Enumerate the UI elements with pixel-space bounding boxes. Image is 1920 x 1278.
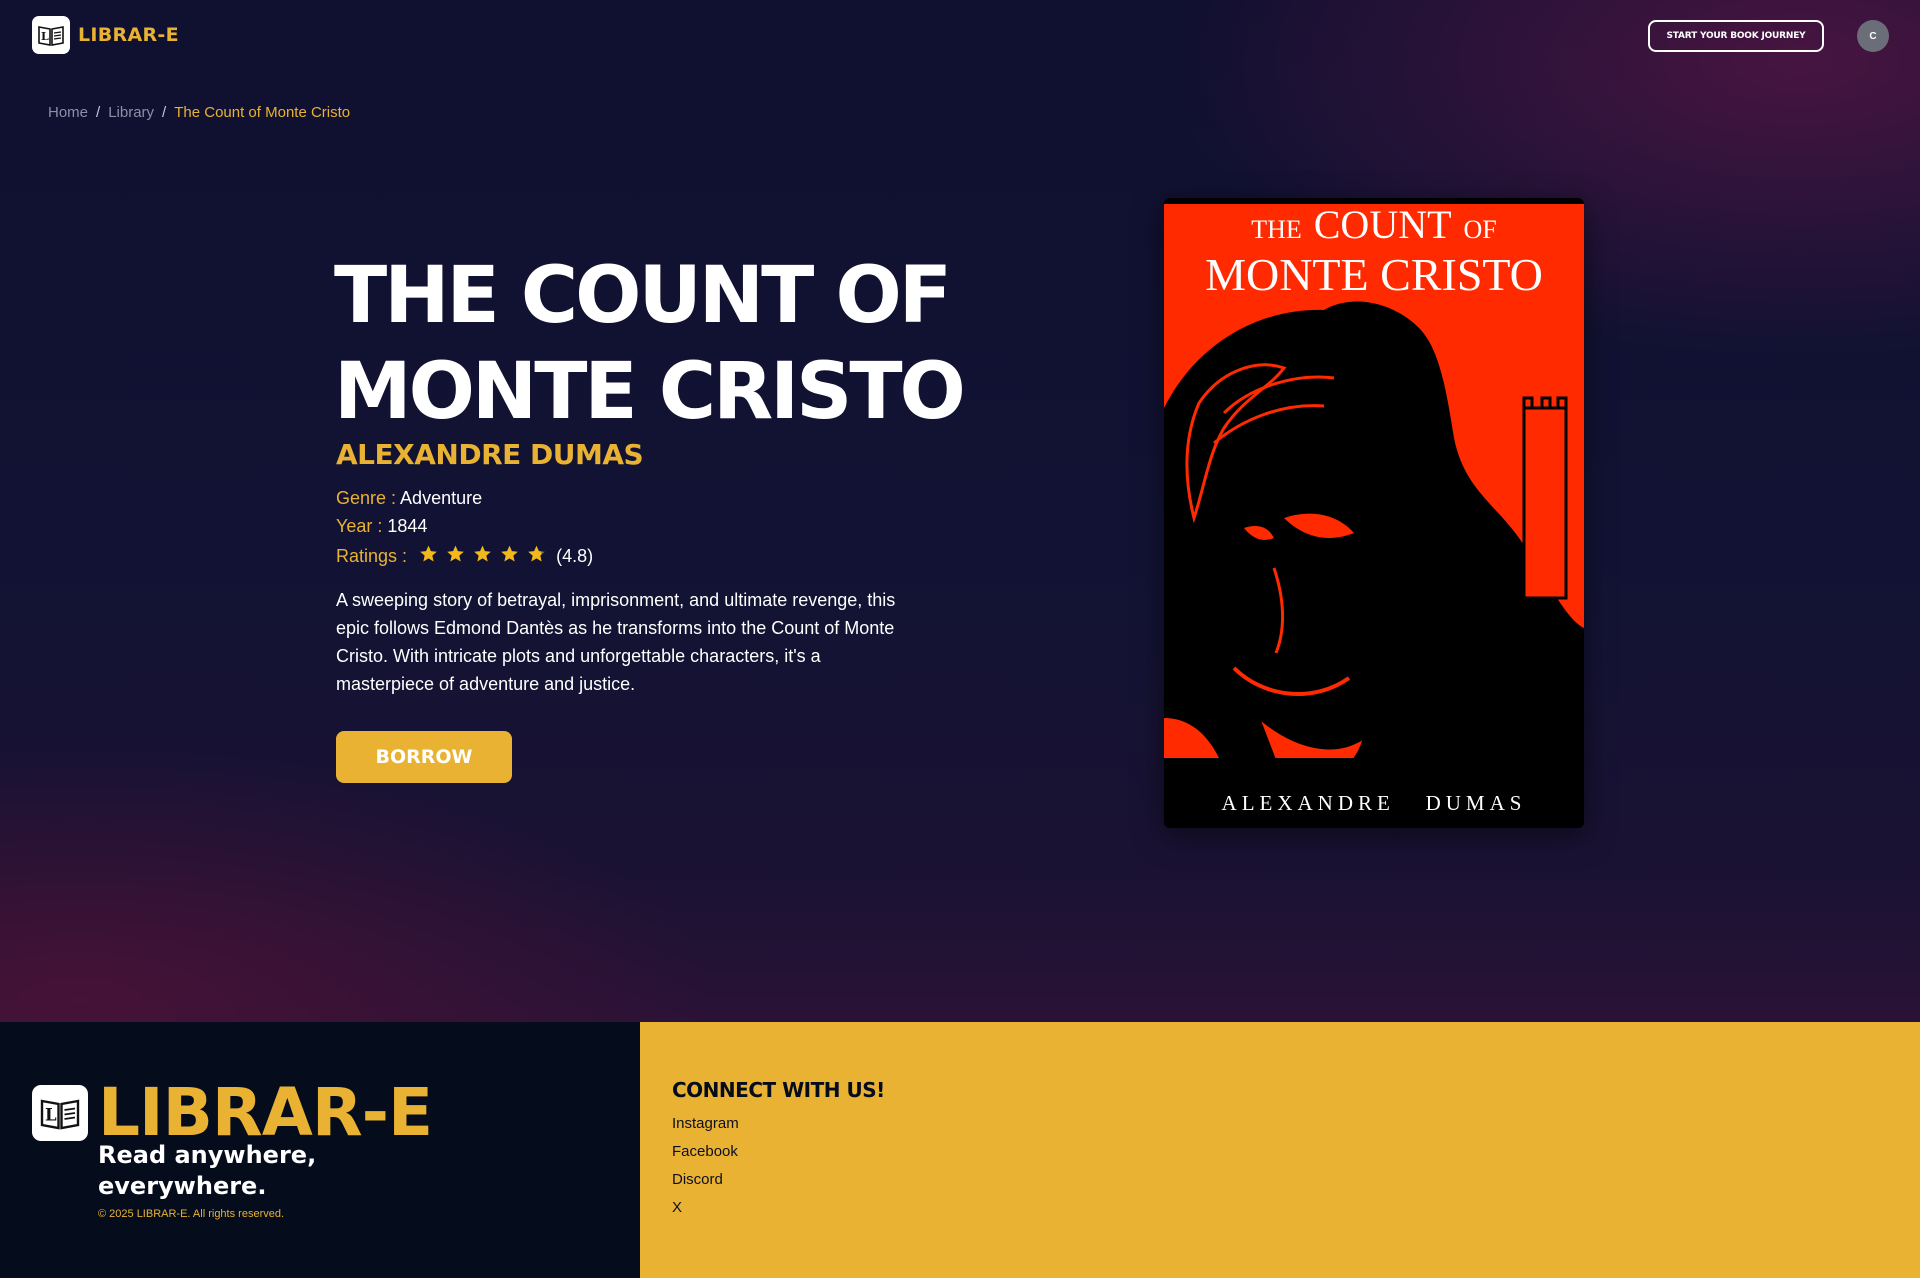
genre-row: Genre : Adventure (336, 488, 482, 509)
year-row: Year : 1844 (336, 516, 427, 537)
book-title: THE COUNT OF MONTE CRISTO (334, 251, 966, 437)
svg-text:L: L (45, 1106, 57, 1125)
cover-author: ALEXANDRE DUMAS (1222, 791, 1527, 815)
open-book-icon: L (32, 1085, 88, 1141)
start-journey-button[interactable]: START YOUR BOOK JOURNEY (1648, 20, 1824, 52)
star-icon (420, 545, 437, 562)
star-icon (474, 545, 491, 562)
social-link-facebook[interactable]: Facebook (672, 1138, 739, 1166)
year-value: 1844 (387, 516, 428, 536)
breadcrumb-current: The Count of Monte Cristo (174, 104, 351, 121)
footer-brand-name: LIBRAR-E (98, 1074, 433, 1151)
breadcrumb-library-link[interactable]: Library (108, 104, 154, 121)
breadcrumb-separator: / (96, 104, 101, 121)
social-link-discord[interactable]: Discord (672, 1166, 739, 1194)
avatar[interactable]: C (1857, 20, 1889, 52)
rating-value: (4.8) (556, 546, 594, 566)
top-nav: L LIBRAR-E START YOUR BOOK JOURNEY C (0, 0, 1920, 72)
star-icon (528, 545, 545, 562)
rating-stars (418, 544, 547, 564)
svg-text:L: L (41, 30, 49, 43)
borrow-button[interactable]: BORROW (336, 731, 512, 783)
social-link-instagram[interactable]: Instagram (672, 1110, 739, 1138)
footer-tagline: Read anywhere, everywhere. (98, 1141, 317, 1200)
brand-logo[interactable]: L LIBRAR-E (32, 16, 179, 54)
connect-title: CONNECT WITH US! (672, 1078, 885, 1102)
footer-logo: L LIBRAR-E (32, 1074, 433, 1151)
star-icon (447, 545, 464, 562)
footer-copyright: © 2025 LIBRAR-E. All rights reserved. (98, 1208, 285, 1220)
genre-label: Genre : (336, 488, 397, 508)
hero-section: L LIBRAR-E START YOUR BOOK JOURNEY C Hom… (0, 0, 1920, 1022)
footer-brand-panel: L LIBRAR-E Read anywhere, everywhere. © … (0, 1022, 640, 1278)
breadcrumb: Home / Library / The Count of Monte Cris… (48, 104, 350, 121)
genre-value: Adventure (400, 488, 483, 508)
brand-name: LIBRAR-E (78, 24, 179, 46)
star-icon (501, 545, 518, 562)
ratings-label: Ratings : (336, 546, 408, 566)
book-cover: THE COUNT OF MONTE CRISTO ALEXANDRE DUMA… (1164, 198, 1584, 828)
ratings-row: Ratings : (4.8) (336, 544, 593, 567)
social-links: Instagram Facebook Discord X (672, 1110, 739, 1222)
book-author: ALEXANDRE DUMAS (336, 438, 644, 471)
breadcrumb-separator: / (162, 104, 167, 121)
book-description: A sweeping story of betrayal, imprisonme… (336, 590, 896, 694)
footer-connect-panel: CONNECT WITH US! Instagram Facebook Disc… (640, 1022, 1920, 1278)
year-label: Year : (336, 516, 383, 536)
breadcrumb-home-link[interactable]: Home (48, 104, 88, 121)
cover-title-line2: MONTE CRISTO (1205, 249, 1543, 300)
social-link-x[interactable]: X (672, 1194, 739, 1222)
open-book-icon: L (32, 16, 70, 54)
